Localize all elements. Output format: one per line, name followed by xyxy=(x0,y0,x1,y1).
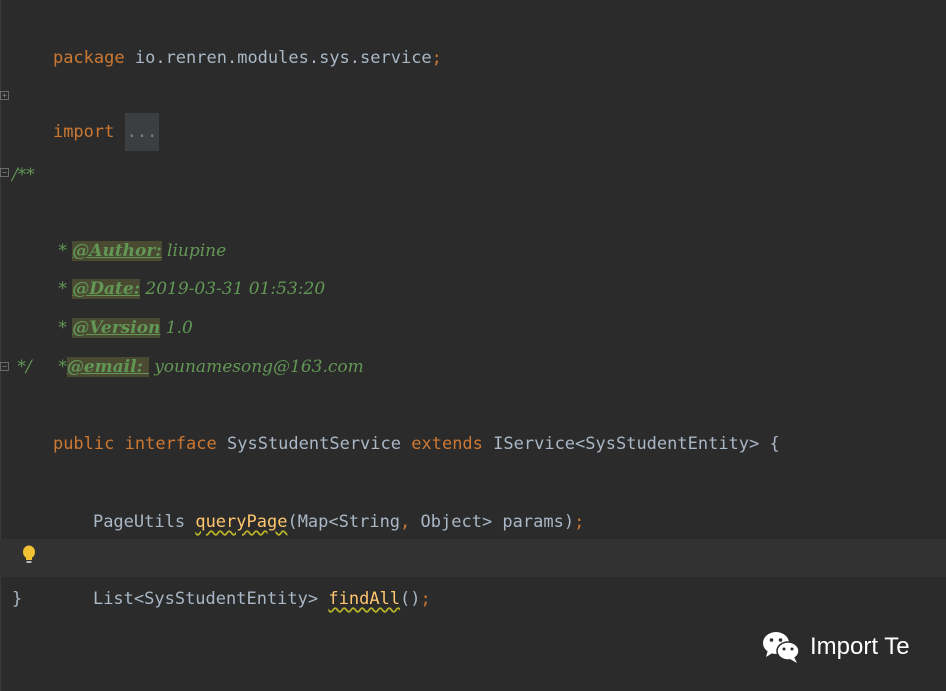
code-line-querypage[interactable]: PageUtils queryPage(Map<String, Object> … xyxy=(12,465,584,532)
fold-plus-icon[interactable]: + xyxy=(0,91,9,100)
params-rest: Object> params) xyxy=(410,512,575,532)
method-name-findall[interactable]: findAll xyxy=(328,589,400,609)
open-brace: { xyxy=(759,434,780,454)
javadoc-email-value: younamesong@163.com xyxy=(148,357,364,377)
javadoc-email-line: *@email: younamesong@163.com xyxy=(12,310,364,377)
gutter xyxy=(0,0,1,691)
code-line-findall[interactable]: List<SysStudentEntity> findAll(); xyxy=(12,542,431,609)
code-line-package[interactable]: package io.renren.modules.sys.service; xyxy=(12,1,442,68)
code-line-import[interactable]: import ... xyxy=(12,75,160,151)
watermark-text: Import Te xyxy=(810,633,910,660)
keyword-package: package xyxy=(52,48,125,68)
javadoc-date-line: * @Date: 2019-03-31 01:53:20 xyxy=(12,232,325,299)
javadoc-open: /** xyxy=(12,165,35,185)
keyword-extends: extends xyxy=(411,434,483,454)
javadoc-version-line: * @Version 1.0 xyxy=(12,271,193,338)
params: () xyxy=(400,589,421,609)
javadoc-star: * xyxy=(52,357,67,377)
interface-name: SysStudentService xyxy=(227,434,401,454)
javadoc-email-tag: @email: xyxy=(66,357,149,377)
method-name-querypage[interactable]: queryPage xyxy=(195,512,287,532)
folded-imports[interactable]: ... xyxy=(124,113,160,151)
keyword-import: import xyxy=(52,122,115,142)
semicolon: ; xyxy=(431,48,442,68)
code-editor[interactable]: package io.renren.modules.sys.service; +… xyxy=(0,0,946,691)
closing-brace: } xyxy=(12,589,23,609)
fold-end-icon[interactable]: − xyxy=(0,362,9,371)
parent-type: IService<SysStudentEntity> xyxy=(493,434,760,454)
watermark: Import Te xyxy=(762,628,910,666)
keyword-public: public xyxy=(52,434,115,454)
return-type: PageUtils xyxy=(92,512,186,532)
params-open: (Map<String xyxy=(287,512,401,532)
code-line-interface[interactable]: public interface SysStudentService exten… xyxy=(12,387,780,454)
keyword-interface: interface xyxy=(124,434,217,454)
comma: , xyxy=(400,512,411,532)
wechat-icon xyxy=(763,632,800,663)
semicolon: ; xyxy=(574,512,585,532)
javadoc-close: */ xyxy=(12,357,32,377)
fold-minus-icon[interactable]: − xyxy=(0,168,9,177)
return-type: List<SysStudentEntity> xyxy=(92,589,319,609)
package-name: io.renren.modules.sys.service xyxy=(134,48,432,68)
javadoc-author-line: * @Author: liupine xyxy=(12,194,226,261)
semicolon: ; xyxy=(420,589,431,609)
